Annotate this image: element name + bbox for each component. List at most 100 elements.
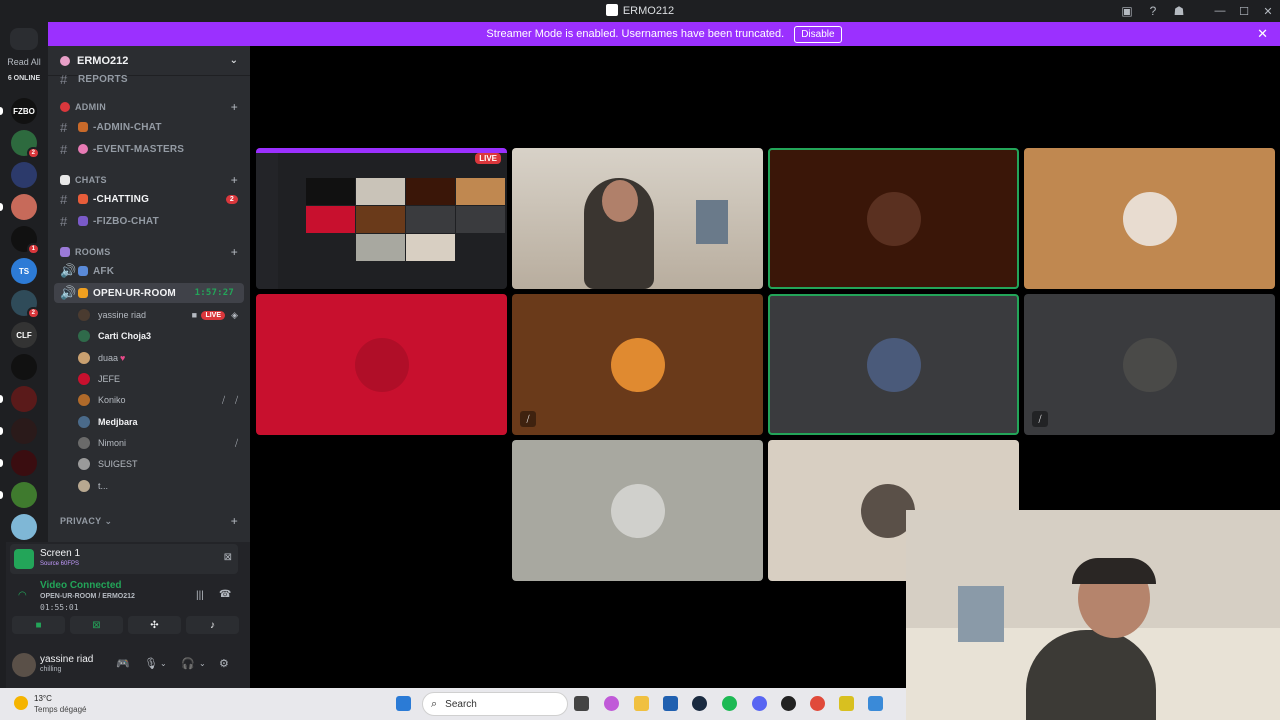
voice-user[interactable]: Carti Choja3: [48, 326, 250, 346]
server-icon[interactable]: [11, 514, 37, 540]
voice-user[interactable]: Nimoni ⧸: [48, 433, 250, 453]
camera-button[interactable]: ■: [12, 616, 65, 634]
steam-icon[interactable]: [692, 696, 707, 711]
participant-tile[interactable]: [256, 294, 507, 435]
settings-gear-icon[interactable]: ⚙: [219, 657, 229, 670]
voice-user[interactable]: duaa ♥: [48, 348, 250, 368]
category-admin[interactable]: ADMIN +: [48, 97, 250, 117]
server-icon-fzbo[interactable]: FZBO: [11, 98, 37, 124]
channel-chatting[interactable]: # -CHATTING 2: [48, 189, 250, 209]
add-channel-icon[interactable]: +: [231, 245, 238, 259]
inbox-icon[interactable]: ▣: [1116, 0, 1138, 22]
server-icon[interactable]: 2: [11, 290, 40, 319]
avatar: [77, 415, 91, 429]
camera-tile[interactable]: [512, 148, 763, 289]
channel-admin-chat[interactable]: # -ADMIN-CHAT: [48, 117, 250, 137]
discord-icon[interactable]: [752, 696, 767, 711]
voice-channel-afk[interactable]: 🔊 AFK: [48, 261, 250, 281]
participant-tile[interactable]: [768, 148, 1019, 289]
channel-event-masters[interactable]: # -EVENT-MASTERS: [48, 139, 250, 159]
voice-action-bar: ■ ⊠ ✣ ♪: [12, 616, 242, 634]
server-icon[interactable]: [11, 418, 37, 444]
voice-user[interactable]: Koniko ⧸ ⧸: [48, 390, 250, 410]
chevron-down-icon[interactable]: ⌄: [230, 55, 238, 66]
gamepad-icon[interactable]: 🎮: [116, 657, 130, 670]
server-icon[interactable]: [11, 482, 37, 508]
server-icon[interactable]: [11, 194, 37, 220]
copilot-icon[interactable]: [604, 696, 619, 711]
app-icon[interactable]: [781, 696, 796, 711]
participant-tile[interactable]: ⧸: [512, 294, 763, 435]
chevron-down-icon[interactable]: ⌄: [199, 659, 206, 668]
windows-start-icon[interactable]: [396, 696, 411, 711]
screen-share-panel[interactable]: Screen 1 Source 60FPS ⊠: [10, 544, 238, 574]
participant-tile[interactable]: [768, 294, 1019, 435]
server-icon[interactable]: [11, 354, 37, 380]
noise-suppression-icon[interactable]: |||: [196, 590, 204, 601]
spotify-icon[interactable]: [722, 696, 737, 711]
add-channel-icon[interactable]: +: [231, 173, 238, 187]
participant-tile[interactable]: [512, 440, 763, 581]
maximize-button[interactable]: ☐: [1232, 0, 1256, 22]
channel-timer: 1:57:27: [194, 288, 234, 298]
server-icon-ermo[interactable]: 2: [11, 130, 40, 159]
minimize-button[interactable]: —: [1208, 0, 1232, 22]
avatar[interactable]: [12, 653, 36, 677]
microphone-icon[interactable]: 🎙: [144, 657, 158, 670]
xbox-icon[interactable]: [839, 696, 854, 711]
streamer-icon[interactable]: ☗: [1168, 0, 1190, 22]
participant-tile[interactable]: [1024, 148, 1275, 289]
server-icon-clf[interactable]: CLF: [11, 322, 37, 348]
close-window-button[interactable]: ✕: [1256, 0, 1280, 22]
voice-status[interactable]: Video Connected: [40, 580, 122, 591]
category-privacy[interactable]: PRIVACY ⌄ +: [48, 511, 250, 531]
chrome-icon[interactable]: [810, 696, 825, 711]
store-icon[interactable]: [663, 696, 678, 711]
category-chats[interactable]: CHATS +: [48, 170, 250, 190]
server-icon[interactable]: [11, 450, 37, 476]
voice-user[interactable]: Medjbara: [48, 412, 250, 432]
read-all-button[interactable]: Read All: [0, 57, 48, 67]
participant-tile[interactable]: ⧸: [1024, 294, 1275, 435]
server-icon[interactable]: 1: [11, 226, 40, 255]
username[interactable]: yassine riad: [40, 654, 93, 665]
voice-user[interactable]: t...: [48, 476, 250, 496]
signal-icon[interactable]: ◠: [18, 590, 27, 601]
task-view-icon[interactable]: [574, 696, 589, 711]
screen-source: Source 60FPS: [40, 561, 80, 567]
file-explorer-icon[interactable]: [634, 696, 649, 711]
headphones-icon[interactable]: 🎧: [181, 657, 195, 670]
voice-channel-path[interactable]: OPEN-UR-ROOM / ERMO212: [40, 593, 135, 600]
voice-channel-open-ur-room[interactable]: 🔊 OPEN-UR-ROOM 1:57:27: [54, 283, 244, 303]
add-channel-icon[interactable]: +: [231, 100, 238, 114]
close-icon[interactable]: ✕: [1257, 26, 1268, 42]
add-channel-icon[interactable]: +: [231, 514, 238, 528]
camera-face: [602, 180, 638, 222]
screen-share-button[interactable]: ⊠: [70, 616, 123, 634]
server-icon-ts[interactable]: TS: [11, 258, 37, 284]
channel-fizbo-chat[interactable]: # -FIZBO-CHAT: [48, 211, 250, 231]
stop-share-icon[interactable]: ⊠: [224, 552, 232, 563]
disable-streamer-mode-button[interactable]: Disable: [794, 25, 842, 43]
notepad-icon[interactable]: [868, 696, 883, 711]
help-icon[interactable]: ?: [1142, 0, 1164, 22]
voice-user[interactable]: JEFE: [48, 369, 250, 389]
channel-reports[interactable]: # REPORTS: [48, 74, 250, 84]
stream-preview-thumb: [406, 234, 455, 261]
server-icon[interactable]: [11, 386, 37, 412]
disconnect-icon[interactable]: ☎: [219, 589, 231, 600]
online-count: 6 ONLINE: [7, 75, 41, 82]
guild-header[interactable]: ERMO212 ⌄: [48, 46, 250, 76]
chevron-down-icon[interactable]: ⌄: [160, 659, 167, 668]
activities-button[interactable]: ✣: [128, 616, 181, 634]
stream-preview-thumb: [306, 206, 355, 233]
server-icon[interactable]: [11, 162, 37, 188]
voice-user[interactable]: SUIGEST: [48, 454, 250, 474]
stream-tile[interactable]: LIVE: [256, 148, 507, 289]
category-rooms[interactable]: ROOMS +: [48, 242, 250, 262]
discord-home-icon[interactable]: [10, 28, 38, 50]
soundboard-button[interactable]: ♪: [186, 616, 239, 634]
taskbar-search[interactable]: ⌕ Search: [422, 692, 568, 716]
voice-user[interactable]: yassine riad ■ LIVE ◈: [48, 305, 250, 325]
voice-panel: Screen 1 Source 60FPS ⊠ ◠ Video Connecte…: [6, 542, 250, 644]
